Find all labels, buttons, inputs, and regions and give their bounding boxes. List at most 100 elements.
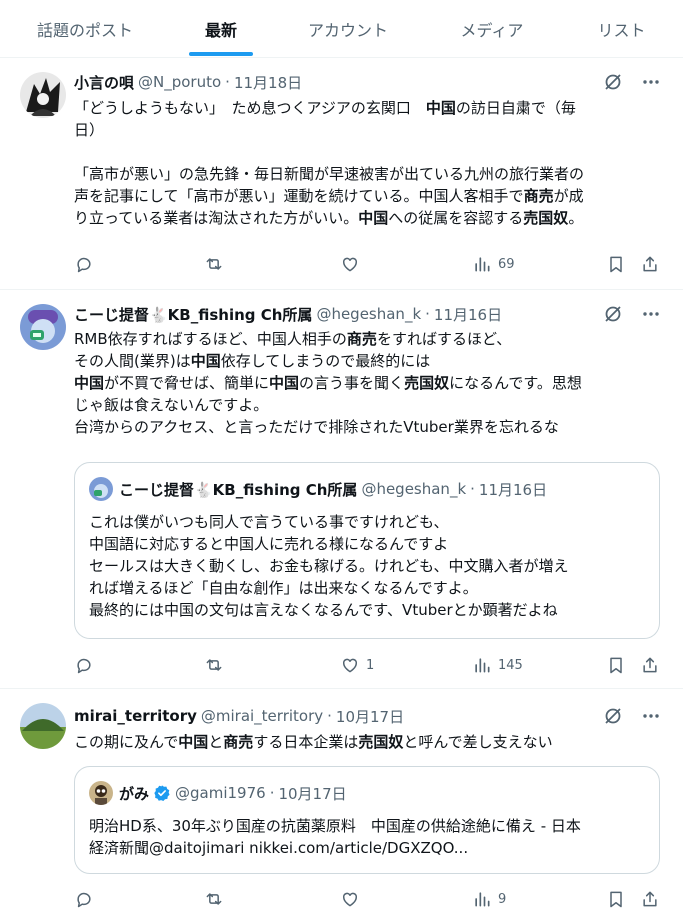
repost-button[interactable] bbox=[204, 887, 230, 911]
quoted-post[interactable]: こーじ提督🐇KB_fishing Ch所属 @hegeshan_k · 11月1… bbox=[74, 462, 660, 639]
post[interactable]: 小言の唄 @N_poruto · 11月18日 「どうしようもない」 ため息つく… bbox=[0, 58, 683, 290]
repost-icon bbox=[206, 659, 222, 671]
post-header-icons bbox=[603, 706, 661, 726]
quoted-display-name: がみ bbox=[119, 784, 150, 803]
grok-icon[interactable] bbox=[603, 304, 623, 324]
post[interactable]: mirai_territory @mirai_territory · 10月17… bbox=[0, 689, 683, 921]
quoted-text-line: 最終的には中国の文句は言えなくなるんです、Vtuberとか顕著だよね bbox=[89, 601, 558, 619]
highlighted-keyword: 中国 bbox=[358, 209, 389, 227]
share-button[interactable] bbox=[640, 252, 660, 276]
handle[interactable]: @N_poruto bbox=[138, 73, 221, 91]
views-icon bbox=[475, 658, 490, 673]
share-button[interactable] bbox=[640, 653, 660, 677]
avatar[interactable] bbox=[20, 72, 66, 118]
reply-button[interactable] bbox=[74, 887, 100, 911]
separator-dot: · bbox=[327, 707, 332, 725]
tab-label: アカウント bbox=[307, 21, 388, 40]
quoted-display-name: こーじ提督🐇KB_fishing Ch所属 bbox=[119, 480, 358, 499]
quoted-text: 明治HD系、30年ぶり国産の抗菌薬原料 中国産の供給途絶に備え - 日本 経済新… bbox=[89, 815, 645, 859]
more-icon[interactable] bbox=[641, 304, 661, 324]
highlighted-keyword: 商売 bbox=[223, 733, 254, 751]
post-header: 小言の唄 @N_poruto · 11月18日 bbox=[74, 71, 302, 93]
post-date[interactable]: 11月18日 bbox=[234, 72, 302, 93]
quoted-avatar bbox=[89, 477, 113, 501]
handle[interactable]: @mirai_territory bbox=[201, 707, 323, 725]
share-button[interactable] bbox=[640, 887, 660, 911]
highlighted-keyword: 中国 bbox=[178, 733, 209, 751]
tab-label: 最新 bbox=[204, 21, 237, 40]
heart-icon bbox=[342, 892, 358, 907]
tab-label: 話題のポスト bbox=[36, 21, 133, 40]
reply-button[interactable] bbox=[74, 653, 100, 677]
quoted-handle: @hegeshan_k bbox=[361, 480, 467, 498]
repost-button[interactable] bbox=[204, 252, 230, 276]
post-header: mirai_territory @mirai_territory · 10月17… bbox=[74, 705, 404, 727]
post-text-line: 中国が不買で脅せば、簡単に中国の言う事を聞く売国奴になるんです。思想 bbox=[74, 374, 582, 392]
post-text-line bbox=[74, 141, 664, 163]
post-text-line: この期に及んで中国と商売する日本企業は売国奴と呼んで差し支えない bbox=[74, 733, 553, 751]
tab-latest[interactable]: 最新 bbox=[170, 0, 272, 58]
display-name[interactable]: 小言の唄 bbox=[74, 72, 134, 93]
quoted-post[interactable]: がみ @gami1976 · 10月17日 明治HD系、30年ぶり国産の抗菌薬原… bbox=[74, 766, 660, 874]
share-icon bbox=[643, 657, 657, 673]
bookmark-button[interactable] bbox=[606, 252, 626, 276]
post-actions: 69 bbox=[74, 252, 666, 276]
grok-icon[interactable] bbox=[603, 72, 623, 92]
tab-lists[interactable]: リスト bbox=[560, 0, 683, 58]
separator-dot: · bbox=[425, 305, 430, 323]
quoted-avatar bbox=[89, 781, 113, 805]
tab-top-posts[interactable]: 話題のポスト bbox=[0, 0, 170, 58]
display-name[interactable]: mirai_territory bbox=[74, 707, 197, 725]
quoted-text-line: セールスは大きく動くし、お金も稼げる。けれども、中文購入者が増え bbox=[89, 557, 569, 575]
quoted-date: 10月17日 bbox=[278, 784, 347, 803]
tab-media[interactable]: メディア bbox=[424, 0, 560, 58]
views-count: 9 bbox=[498, 891, 507, 907]
display-name[interactable]: こーじ提督🐇KB_fishing Ch所属 bbox=[74, 304, 312, 325]
like-button[interactable] bbox=[340, 252, 366, 276]
post-text-line: 台湾からのアクセス、と言っただけで排除されたVtuber業界を忘れるな bbox=[74, 418, 559, 436]
repost-button[interactable] bbox=[204, 653, 230, 677]
post-date[interactable]: 11月16日 bbox=[434, 304, 502, 325]
post-actions: 1 145 bbox=[74, 653, 666, 677]
highlighted-keyword: 売国奴 bbox=[523, 209, 569, 227]
like-button[interactable]: 1 bbox=[340, 653, 374, 677]
views-button[interactable]: 69 bbox=[472, 252, 515, 276]
active-tab-indicator bbox=[189, 52, 253, 56]
post-text-line: その人間(業界)は中国依存してしまうので最終的には bbox=[74, 352, 431, 370]
avatar[interactable] bbox=[20, 304, 66, 350]
reply-icon bbox=[77, 658, 91, 674]
more-icon[interactable] bbox=[641, 706, 661, 726]
reply-icon bbox=[77, 892, 91, 908]
post-text: RMB依存すればするほど、中国人相手の商売をすればするほど、 その人間(業界)は中… bbox=[74, 328, 664, 438]
views-button[interactable]: 9 bbox=[472, 887, 506, 911]
separator-dot: · bbox=[225, 73, 230, 91]
post-actions: 9 bbox=[74, 887, 666, 911]
handle[interactable]: @hegeshan_k bbox=[316, 305, 421, 323]
post-header-icons bbox=[603, 304, 661, 324]
highlighted-keyword: 売国奴 bbox=[358, 733, 404, 751]
bookmark-button[interactable] bbox=[606, 887, 626, 911]
quoted-text-line: 明治HD系、30年ぶり国産の抗菌薬原料 中国産の供給途絶に備え - 日本 bbox=[89, 817, 581, 835]
post-date[interactable]: 10月17日 bbox=[336, 706, 404, 727]
repost-icon bbox=[206, 258, 222, 270]
quoted-post-header: がみ @gami1976 · 10月17日 bbox=[89, 781, 347, 805]
quoted-text-line: れば増えるほど「自由な創作」は出来なくなるんですよ。 bbox=[89, 579, 478, 597]
tab-label: メディア bbox=[460, 21, 524, 40]
post-header: こーじ提督🐇KB_fishing Ch所属 @hegeshan_k · 11月1… bbox=[74, 303, 502, 325]
reply-icon bbox=[77, 257, 91, 273]
timeline-tabs: 話題のポスト 最新 アカウント メディア リスト bbox=[0, 0, 683, 58]
post[interactable]: こーじ提督🐇KB_fishing Ch所属 @hegeshan_k · 11月1… bbox=[0, 290, 683, 689]
avatar[interactable] bbox=[20, 703, 66, 749]
reply-button[interactable] bbox=[74, 252, 100, 276]
tab-accounts[interactable]: アカウント bbox=[272, 0, 424, 58]
post-text-line: 声を記事にして「高市が悪い」運動を続けている。中国人客相手で商売が成 bbox=[74, 187, 584, 205]
views-button[interactable]: 145 bbox=[472, 653, 523, 677]
quoted-text-line: これは僕がいつも同人で言うている事ですけれども、 bbox=[89, 513, 449, 531]
bookmark-button[interactable] bbox=[606, 653, 626, 677]
more-icon[interactable] bbox=[641, 72, 661, 92]
separator-dot: · bbox=[269, 784, 275, 802]
grok-icon[interactable] bbox=[603, 706, 623, 726]
post-text-line: 「どうしようもない」 ため息つくアジアの玄関口 中国の訪日自粛で（毎 bbox=[74, 99, 576, 117]
heart-icon bbox=[342, 257, 358, 272]
like-button[interactable] bbox=[340, 887, 366, 911]
